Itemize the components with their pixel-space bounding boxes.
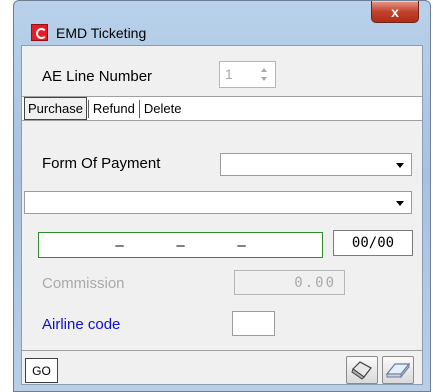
spin-up-icon[interactable] xyxy=(261,68,267,72)
clear-button[interactable] xyxy=(382,356,414,384)
chevron-down-icon[interactable] xyxy=(396,163,404,168)
commission-input: 0.00 xyxy=(234,270,345,295)
commission-label: Commission xyxy=(42,275,125,292)
ae-line-number-spinner[interactable]: 1 xyxy=(219,61,276,88)
tab-delete[interactable]: Delete xyxy=(141,97,185,120)
tab-refund[interactable]: Refund xyxy=(90,97,138,120)
ae-line-number-label: AE Line Number xyxy=(42,68,153,85)
go-button[interactable]: GO xyxy=(25,358,58,383)
expiry-date-input[interactable]: 00/00 xyxy=(333,230,413,256)
tab-separator xyxy=(87,99,89,118)
tab-strip: Purchase Refund Delete xyxy=(22,96,422,121)
app-icon xyxy=(31,24,48,41)
clear-icon xyxy=(385,362,411,379)
bottom-toolbar: GO xyxy=(22,350,422,384)
close-button[interactable]: x xyxy=(371,1,419,23)
eraser-icon xyxy=(351,361,372,380)
title-bar[interactable]: EMD Ticketing x xyxy=(21,1,423,45)
tab-separator xyxy=(138,99,140,118)
card-segment-separator: – xyxy=(237,236,246,254)
card-segment-separator: – xyxy=(115,236,124,254)
ae-line-number-value: 1 xyxy=(225,66,233,82)
tab-purchase[interactable]: Purchase xyxy=(24,97,87,120)
card-number-input[interactable]: – – – xyxy=(38,232,323,258)
window-title: EMD Ticketing xyxy=(56,25,147,41)
emd-ticketing-window: EMD Ticketing x AE Line Number 1 Purchas… xyxy=(13,0,431,392)
airline-code-input[interactable] xyxy=(232,311,275,336)
card-segment-separator: – xyxy=(176,236,185,254)
chevron-down-icon[interactable] xyxy=(396,201,404,206)
ae-line-row: AE Line Number 1 xyxy=(22,46,422,94)
window-content: AE Line Number 1 Purchase Refund Delete … xyxy=(21,45,423,385)
form-of-payment-label: Form Of Payment xyxy=(42,155,161,172)
eraser-button[interactable] xyxy=(346,356,378,384)
form-of-payment-select[interactable] xyxy=(220,153,412,176)
airline-code-label: Airline code xyxy=(42,316,121,333)
spin-down-icon[interactable] xyxy=(261,77,267,81)
payment-detail-select[interactable] xyxy=(24,191,412,214)
